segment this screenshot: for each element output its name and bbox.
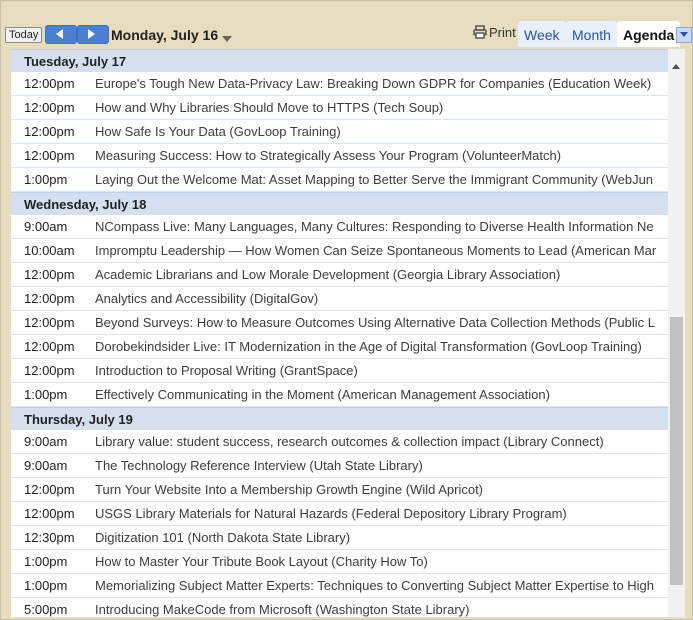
event-row[interactable]: 12:30pm Digitization 101 (North Dakota St… bbox=[11, 526, 668, 550]
day-group: Thursday, July 19 9:00am Library value: s… bbox=[11, 407, 668, 617]
event-title[interactable]: USGS Library Materials for Natural Hazar… bbox=[95, 502, 567, 525]
calendar-widget: Today Monday, July 16 Print Week Month A… bbox=[0, 0, 693, 620]
event-time: 9:00am bbox=[24, 434, 68, 449]
event-time: 12:00pm bbox=[24, 148, 75, 163]
event-time: 12:00pm bbox=[24, 363, 75, 378]
event-row[interactable]: 12:00pm Beyond Surveys: How to Measure Ou… bbox=[11, 311, 668, 335]
event-title[interactable]: Beyond Surveys: How to Measure Outcomes … bbox=[95, 311, 655, 334]
event-row[interactable]: 12:00pm Analytics and Accessibility (Digi… bbox=[11, 287, 668, 311]
print-label: Print bbox=[489, 25, 516, 40]
scroll-up-button[interactable] bbox=[672, 57, 680, 72]
event-row[interactable]: 9:00am The Technology Reference Interview… bbox=[11, 454, 668, 478]
event-row[interactable]: 1:00pm Effectively Communicating in the M… bbox=[11, 383, 668, 407]
tab-agenda[interactable]: Agenda bbox=[617, 21, 681, 47]
event-time: 12:00pm bbox=[24, 506, 75, 521]
event-row[interactable]: 9:00am NCompass Live: Many Languages, Man… bbox=[11, 215, 668, 239]
event-time: 10:00am bbox=[24, 243, 75, 258]
event-title[interactable]: How Safe Is Your Data (GovLoop Training) bbox=[95, 120, 341, 143]
day-header: Thursday, July 19 bbox=[11, 407, 668, 430]
event-time: 1:00pm bbox=[24, 554, 68, 569]
next-button[interactable] bbox=[77, 25, 109, 44]
event-title[interactable]: Academic Librarians and Low Morale Devel… bbox=[95, 263, 560, 286]
event-title[interactable]: The Technology Reference Interview (Utah… bbox=[95, 454, 423, 477]
event-time: 12:00pm bbox=[24, 315, 75, 330]
event-time: 12:00pm bbox=[24, 100, 75, 115]
event-title[interactable]: Europe's Tough New Data-Privacy Law: Bre… bbox=[95, 72, 651, 95]
event-title[interactable]: Library value: student success, research… bbox=[95, 430, 604, 453]
event-row[interactable]: 12:00pm How and Why Libraries Should Move… bbox=[11, 96, 668, 120]
event-time: 1:00pm bbox=[24, 387, 68, 402]
event-title[interactable]: Laying Out the Welcome Mat: Asset Mappin… bbox=[95, 168, 653, 191]
event-row[interactable]: 12:00pm Introduction to Proposal Writing … bbox=[11, 359, 668, 383]
agenda-list: Tuesday, July 17 12:00pm Europe's Tough N… bbox=[11, 49, 668, 617]
event-row[interactable]: 12:00pm USGS Library Materials for Natura… bbox=[11, 502, 668, 526]
day-group: Tuesday, July 17 12:00pm Europe's Tough N… bbox=[11, 49, 668, 192]
event-title[interactable]: Effectively Communicating in the Moment … bbox=[95, 383, 550, 406]
arrow-up-icon bbox=[672, 64, 680, 69]
event-time: 12:00pm bbox=[24, 339, 75, 354]
event-title[interactable]: Impromptu Leadership — How Women Can Sei… bbox=[95, 239, 656, 262]
event-row[interactable]: 10:00am Impromptu Leadership — How Women … bbox=[11, 239, 668, 263]
date-menu-button[interactable] bbox=[222, 30, 232, 45]
view-menu-button[interactable] bbox=[676, 27, 692, 43]
event-title[interactable]: Introduction to Proposal Writing (GrantS… bbox=[95, 359, 358, 382]
event-row[interactable]: 12:00pm Measuring Success: How to Strateg… bbox=[11, 144, 668, 168]
event-row[interactable]: 9:00am Library value: student success, re… bbox=[11, 430, 668, 454]
event-time: 12:00pm bbox=[24, 267, 75, 282]
prev-button[interactable] bbox=[45, 25, 77, 44]
event-time: 9:00am bbox=[24, 458, 68, 473]
event-row[interactable]: 12:00pm Turn Your Website Into a Membersh… bbox=[11, 478, 668, 502]
event-time: 1:00pm bbox=[24, 172, 68, 187]
event-time: 12:00pm bbox=[24, 291, 75, 306]
event-row[interactable]: 12:00pm Dorobekindsider Live: IT Moderniz… bbox=[11, 335, 668, 359]
event-title[interactable]: Digitization 101 (North Dakota State Lib… bbox=[95, 526, 350, 549]
event-time: 9:00am bbox=[24, 219, 68, 234]
event-time: 12:00pm bbox=[24, 124, 75, 139]
tab-week[interactable]: Week bbox=[518, 21, 566, 47]
event-time: 1:00pm bbox=[24, 578, 68, 593]
event-title[interactable]: Dorobekindsider Live: IT Modernization i… bbox=[95, 335, 642, 358]
event-time: 5:00pm bbox=[24, 602, 68, 617]
caret-down-icon bbox=[680, 32, 688, 37]
day-header: Wednesday, July 18 bbox=[11, 192, 668, 215]
event-row[interactable]: 12:00pm Europe's Tough New Data-Privacy L… bbox=[11, 72, 668, 96]
day-header: Tuesday, July 17 bbox=[11, 49, 668, 72]
day-group: Wednesday, July 18 9:00am NCompass Live: … bbox=[11, 192, 668, 407]
current-date-label: Monday, July 16 bbox=[111, 27, 219, 43]
event-row[interactable]: 1:00pm Laying Out the Welcome Mat: Asset … bbox=[11, 168, 668, 192]
event-title[interactable]: How and Why Libraries Should Move to HTT… bbox=[95, 96, 443, 119]
tab-month[interactable]: Month bbox=[566, 21, 617, 47]
event-title[interactable]: NCompass Live: Many Languages, Many Cult… bbox=[95, 215, 654, 238]
event-row[interactable]: 1:00pm How to Master Your Tribute Book La… bbox=[11, 550, 668, 574]
caret-down-icon bbox=[222, 36, 232, 42]
scroll-thumb[interactable] bbox=[670, 317, 683, 585]
print-button[interactable]: Print bbox=[473, 25, 516, 40]
agenda-scrollbar[interactable] bbox=[668, 49, 685, 617]
event-time: 12:00pm bbox=[24, 482, 75, 497]
chevron-right-icon bbox=[88, 29, 95, 39]
event-title[interactable]: Analytics and Accessibility (DigitalGov) bbox=[95, 287, 318, 310]
event-row[interactable]: 12:00pm How Safe Is Your Data (GovLoop Tr… bbox=[11, 120, 668, 144]
event-title[interactable]: How to Master Your Tribute Book Layout (… bbox=[95, 550, 428, 573]
printer-icon bbox=[473, 25, 487, 39]
chevron-left-icon bbox=[56, 29, 63, 39]
toolbar: Today Monday, July 16 Print Week Month A… bbox=[1, 19, 692, 49]
today-button[interactable]: Today bbox=[5, 27, 43, 43]
event-title[interactable]: Measuring Success: How to Strategically … bbox=[95, 144, 561, 167]
event-title[interactable]: Introducing MakeCode from Microsoft (Was… bbox=[95, 598, 470, 617]
event-row[interactable]: 1:00pm Memorializing Subject Matter Exper… bbox=[11, 574, 668, 598]
event-row[interactable]: 5:00pm Introducing MakeCode from Microsof… bbox=[11, 598, 668, 617]
event-title[interactable]: Memorializing Subject Matter Experts: Te… bbox=[95, 574, 654, 597]
event-row[interactable]: 12:00pm Academic Librarians and Low Moral… bbox=[11, 263, 668, 287]
top-strip bbox=[1, 1, 692, 19]
event-title[interactable]: Turn Your Website Into a Membership Grow… bbox=[95, 478, 483, 501]
event-time: 12:00pm bbox=[24, 76, 75, 91]
event-time: 12:30pm bbox=[24, 530, 75, 545]
